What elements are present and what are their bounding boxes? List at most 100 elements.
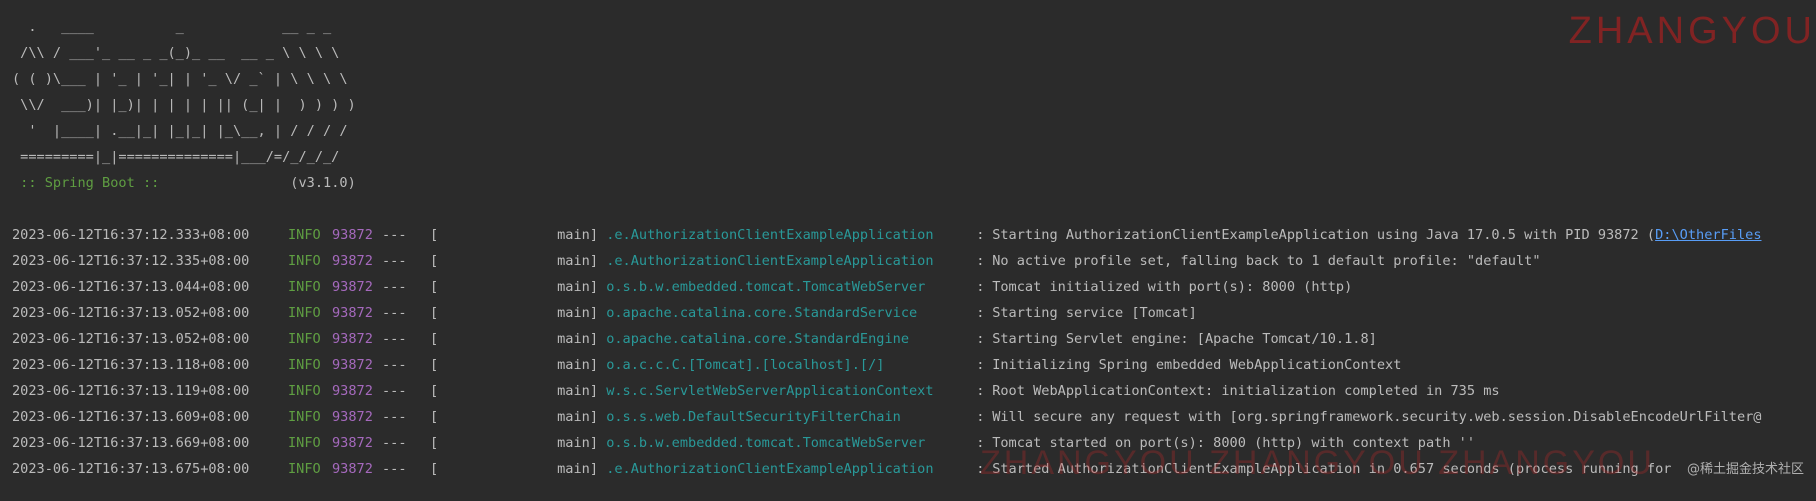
log-colon: :	[976, 383, 985, 399]
log-thread: main]	[557, 461, 598, 477]
log-logger-name: .e.AuthorizationClientExampleApplication	[606, 227, 934, 243]
watermark-bottom: ZHANGYOU ZHANGYOU ZHANGYOU	[980, 444, 1655, 482]
log-message: Root WebApplicationContext: initializati…	[992, 383, 1500, 399]
log-timestamp: 2023-06-12T16:37:13.052+08:00	[12, 305, 250, 321]
log-level: INFO	[288, 227, 321, 243]
log-level: INFO	[288, 331, 321, 347]
log-message: Initializing Spring embedded WebApplicat…	[992, 357, 1402, 373]
log-pid: 93872	[332, 383, 373, 399]
spring-boot-version: (v3.1.0)	[159, 175, 356, 191]
log-message: Tomcat initialized with port(s): 8000 (h…	[992, 279, 1353, 295]
log-pid: 93872	[332, 279, 373, 295]
watermark-top: ZHANGYOU	[1568, 10, 1816, 52]
log-colon: :	[976, 331, 985, 347]
log-logger-name: o.a.c.c.C.[Tomcat].[localhost].[/]	[606, 357, 885, 373]
thread-bracket: [	[430, 279, 439, 295]
log-timestamp: 2023-06-12T16:37:13.044+08:00	[12, 279, 250, 295]
log-colon: :	[976, 305, 985, 321]
log-line: 2023-06-12T16:37:13.118+08:00 INFO 93872 --…	[12, 352, 1816, 378]
log-separator: ---	[382, 279, 407, 295]
log-separator: ---	[382, 331, 407, 347]
log-colon: :	[976, 227, 985, 243]
thread-bracket: [	[430, 383, 439, 399]
thread-bracket: [	[430, 305, 439, 321]
log-logger-name: o.s.b.w.embedded.tomcat.TomcatWebServer	[606, 435, 926, 451]
log-pid: 93872	[332, 409, 373, 425]
watermark-corner: @稀土掘金技术社区	[1686, 462, 1804, 477]
log-line: 2023-06-12T16:37:12.335+08:00 INFO 93872 --…	[12, 248, 1816, 274]
log-thread: main]	[557, 305, 598, 321]
log-separator: ---	[382, 409, 407, 425]
banner-line: . ____ _ __ _ _	[12, 19, 332, 35]
log-thread: main]	[557, 357, 598, 373]
log-separator: ---	[382, 305, 407, 321]
log-colon: :	[976, 357, 985, 373]
log-separator: ---	[382, 461, 407, 477]
banner-line: \\/ ___)| |_)| | | | | || (_| | ) ) ) )	[12, 97, 356, 113]
log-separator: ---	[382, 383, 407, 399]
log-pid: 93872	[332, 331, 373, 347]
log-pid: 93872	[332, 227, 373, 243]
log-message: Starting AuthorizationClientExampleAppli…	[992, 227, 1656, 243]
banner-line: ( ( )\___ | '_ | '_| | '_ \/ _` | \ \ \ …	[12, 71, 348, 87]
thread-bracket: [	[430, 253, 439, 269]
log-separator: ---	[382, 435, 407, 451]
log-separator: ---	[382, 227, 407, 243]
thread-bracket: [	[430, 331, 439, 347]
spring-boot-banner: . ____ _ __ _ _ /\\ / ___'_ __ _ _(_)_ _…	[12, 14, 356, 196]
log-line: 2023-06-12T16:37:13.044+08:00 INFO 93872 --…	[12, 274, 1816, 300]
thread-bracket: [	[430, 357, 439, 373]
log-thread: main]	[557, 409, 598, 425]
log-logger-name: w.s.c.ServletWebServerApplicationContext	[606, 383, 934, 399]
log-level: INFO	[288, 461, 321, 477]
thread-bracket: [	[430, 409, 439, 425]
log-level: INFO	[288, 435, 321, 451]
log-thread: main]	[557, 279, 598, 295]
log-timestamp: 2023-06-12T16:37:13.118+08:00	[12, 357, 250, 373]
log-colon: :	[976, 279, 985, 295]
banner-line: ' |____| .__|_| |_|_| |_\__, | / / / /	[12, 123, 348, 139]
log-thread: main]	[557, 383, 598, 399]
thread-bracket: [	[430, 435, 439, 451]
console-output[interactable]: . ____ _ __ _ _ /\\ / ___'_ __ _ _(_)_ _…	[0, 0, 1816, 501]
log-line: 2023-06-12T16:37:12.333+08:00 INFO 93872 --…	[12, 222, 1816, 248]
log-timestamp: 2023-06-12T16:37:13.669+08:00	[12, 435, 250, 451]
log-line: 2023-06-12T16:37:13.609+08:00 INFO 93872 --…	[12, 404, 1816, 430]
log-message: No active profile set, falling back to 1…	[992, 253, 1541, 269]
log-message: Starting service [Tomcat]	[992, 305, 1197, 321]
thread-bracket: [	[430, 227, 439, 243]
log-pid: 93872	[332, 435, 373, 451]
log-message: Will secure any request with [org.spring…	[992, 409, 1762, 425]
log-line: 2023-06-12T16:37:13.052+08:00 INFO 93872 --…	[12, 300, 1816, 326]
log-file-link[interactable]: D:\OtherFiles	[1655, 222, 1761, 248]
log-pid: 93872	[332, 357, 373, 373]
log-thread: main]	[557, 253, 598, 269]
log-message: Starting Servlet engine: [Apache Tomcat/…	[992, 331, 1377, 347]
log-logger-name: .e.AuthorizationClientExampleApplication	[606, 253, 934, 269]
log-lines: 2023-06-12T16:37:12.333+08:00 INFO 93872 --…	[12, 222, 1816, 482]
spring-boot-label: :: Spring Boot ::	[12, 175, 160, 191]
log-level: INFO	[288, 279, 321, 295]
log-logger-name: o.apache.catalina.core.StandardService	[606, 305, 918, 321]
log-timestamp: 2023-06-12T16:37:13.675+08:00	[12, 461, 250, 477]
log-timestamp: 2023-06-12T16:37:13.052+08:00	[12, 331, 250, 347]
banner-line: =========|_|==============|___/=/_/_/_/	[12, 149, 340, 165]
log-level: INFO	[288, 305, 321, 321]
log-timestamp: 2023-06-12T16:37:13.609+08:00	[12, 409, 250, 425]
log-timestamp: 2023-06-12T16:37:12.333+08:00	[12, 227, 250, 243]
log-level: INFO	[288, 357, 321, 373]
log-timestamp: 2023-06-12T16:37:13.119+08:00	[12, 383, 250, 399]
log-separator: ---	[382, 253, 407, 269]
log-logger-name: o.s.s.web.DefaultSecurityFilterChain	[606, 409, 901, 425]
log-logger-name: .e.AuthorizationClientExampleApplication	[606, 461, 934, 477]
log-timestamp: 2023-06-12T16:37:12.335+08:00	[12, 253, 250, 269]
log-level: INFO	[288, 409, 321, 425]
log-thread: main]	[557, 331, 598, 347]
